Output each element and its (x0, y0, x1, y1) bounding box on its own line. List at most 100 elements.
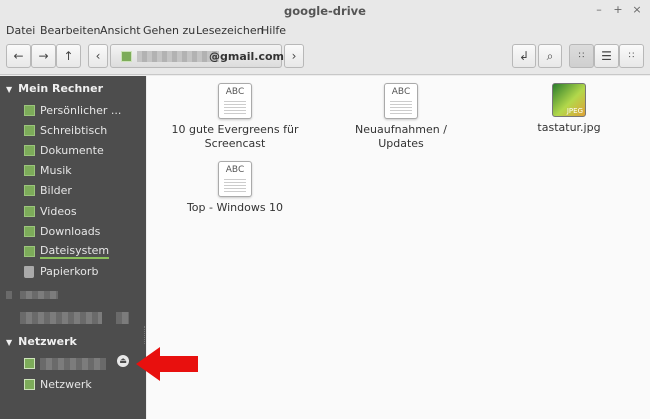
search-button[interactable]: ⌕ (538, 44, 562, 68)
minimize-button[interactable]: – (592, 3, 606, 17)
sidebar-item-dateisystem[interactable]: Dateisystem (24, 243, 110, 260)
section-netzwerk[interactable]: ▼ Netzwerk (6, 335, 77, 348)
chevron-left-icon: ‹ (95, 49, 101, 63)
file-badge: ABC (225, 165, 245, 175)
file-name: Neuaufnahmen / Updates (355, 123, 447, 150)
folder-icon (24, 206, 35, 217)
arrow-right-icon: → (38, 49, 49, 63)
red-arrow-annotation (136, 347, 198, 381)
path-forward-button[interactable]: › (284, 44, 304, 68)
menu-lesezeichen[interactable]: Lesezeichen (196, 24, 264, 37)
compact-grid-icon: ∷ (628, 51, 635, 61)
folder-icon (24, 145, 35, 156)
sidebar-item-dokumente[interactable]: Dokumente (24, 142, 104, 159)
redacted-section-bullet (6, 291, 12, 299)
eject-icon[interactable]: ⏏ (117, 355, 129, 367)
file-name: Top - Windows 10 (186, 201, 284, 214)
file-badge: JPEG (566, 107, 583, 115)
file-view: ABC 10 gute Evergreens für Screencast AB… (147, 76, 650, 419)
folder-icon (24, 105, 35, 116)
forward-button[interactable]: → (31, 44, 56, 68)
arrow-left-icon: ← (13, 49, 24, 63)
maximize-button[interactable]: + (611, 3, 625, 17)
search-icon: ⌕ (546, 48, 554, 63)
sidebar-item-label: Musik (40, 164, 72, 177)
menu-datei[interactable]: Datei (6, 24, 35, 37)
menu-bar: Datei Bearbeiten Ansicht Gehen zu Leseze… (0, 22, 650, 40)
section-label: Mein Rechner (18, 82, 103, 95)
redacted-device-icon (116, 312, 129, 324)
file-item[interactable]: ABC Neuaufnahmen / Updates (321, 83, 481, 151)
sidebar-item-label: Downloads (40, 225, 101, 238)
back-button[interactable]: ← (6, 44, 31, 68)
redacted-device[interactable] (20, 312, 102, 324)
redacted-account (40, 357, 106, 370)
file-item[interactable]: JPEG tastatur.jpg (489, 83, 649, 135)
file-name: 10 gute Evergreens für Screencast (171, 123, 299, 150)
triangle-down-icon: ▼ (6, 85, 13, 94)
sidebar-item-videos[interactable]: Videos (24, 203, 77, 220)
icon-view-button[interactable]: ∷ (569, 44, 594, 68)
title-bar: google-drive – + × (0, 0, 650, 22)
folder-icon (24, 185, 35, 196)
file-item[interactable]: ABC 10 gute Evergreens für Screencast (155, 83, 315, 151)
sidebar-item-bilder[interactable]: Bilder (24, 182, 72, 199)
file-badge: ABC (225, 87, 245, 97)
location-button[interactable]: @gmail.com (110, 44, 285, 68)
sidebar-item-papierkorb[interactable]: Papierkorb (24, 263, 98, 280)
sidebar-item-label: Videos (40, 205, 77, 218)
sidebar-item-label: Papierkorb (40, 265, 99, 278)
sidebar-item-schreibtisch[interactable]: Schreibtisch (24, 122, 107, 139)
menu-gehen-zu[interactable]: Gehen zu (143, 24, 195, 37)
grid-icon: ∷ (578, 51, 585, 61)
path-back-button[interactable]: ‹ (88, 44, 108, 68)
file-badge: ABC (391, 87, 411, 97)
sidebar-item-downloads[interactable]: Downloads (24, 223, 100, 240)
sidebar-item-label: Netzwerk (40, 378, 92, 391)
folder-icon (24, 226, 35, 237)
redacted-account (137, 51, 219, 62)
triangle-down-icon: ▼ (6, 338, 13, 347)
menu-ansicht[interactable]: Ansicht (100, 24, 141, 37)
window-title: google-drive (284, 4, 366, 18)
redacted-section-header (20, 291, 58, 299)
compact-view-button[interactable]: ∷ (619, 44, 644, 68)
sidebar-item-persoenlicher[interactable]: Persönlicher ... (24, 102, 121, 119)
toggle-location-button[interactable]: ↲ (512, 44, 536, 68)
trash-icon (24, 265, 34, 278)
sidebar-item-label: Persönlicher ... (40, 104, 122, 117)
sidebar-item-label: Dateisystem (40, 244, 110, 259)
list-icon: ☰ (601, 49, 612, 63)
section-label: Netzwerk (18, 335, 77, 348)
folder-icon (24, 165, 35, 176)
image-icon: JPEG (552, 83, 586, 117)
location-toggle-icon: ↲ (518, 49, 530, 63)
location-label: @gmail.com (209, 50, 285, 63)
up-button[interactable]: ↑ (56, 44, 81, 68)
folder-icon (24, 125, 35, 136)
menu-bearbeiten[interactable]: Bearbeiten (40, 24, 100, 37)
sidebar-item-musik[interactable]: Musik (24, 162, 72, 179)
sidebar-item-google-drive[interactable] (24, 355, 106, 372)
document-icon: ABC (218, 161, 252, 197)
network-drive-icon (24, 358, 35, 369)
document-icon: ABC (384, 83, 418, 119)
sidebar-item-label: Bilder (40, 184, 72, 197)
arrow-up-icon: ↑ (63, 49, 74, 63)
list-view-button[interactable]: ☰ (594, 44, 619, 68)
chevron-right-icon: › (291, 49, 297, 63)
sidebar-item-netzwerk[interactable]: Netzwerk (24, 376, 92, 393)
sidebar: ▼ Mein Rechner Persönlicher ... Schreibti… (0, 76, 146, 419)
file-name: tastatur.jpg (537, 121, 601, 134)
menu-hilfe[interactable]: Hilfe (261, 24, 286, 37)
sidebar-item-label: Dokumente (40, 144, 104, 157)
section-mein-rechner[interactable]: ▼ Mein Rechner (6, 82, 103, 95)
close-button[interactable]: × (630, 3, 644, 17)
file-item[interactable]: ABC Top - Windows 10 (155, 161, 315, 215)
toolbar: ← → ↑ ‹ @gmail.com › ↲ ⌕ ∷ ☰ ∷ (0, 40, 650, 75)
folder-icon (24, 246, 35, 257)
document-icon: ABC (218, 83, 252, 119)
sidebar-item-label: Schreibtisch (40, 124, 108, 137)
network-drive-icon (121, 51, 132, 62)
network-icon (24, 379, 35, 390)
